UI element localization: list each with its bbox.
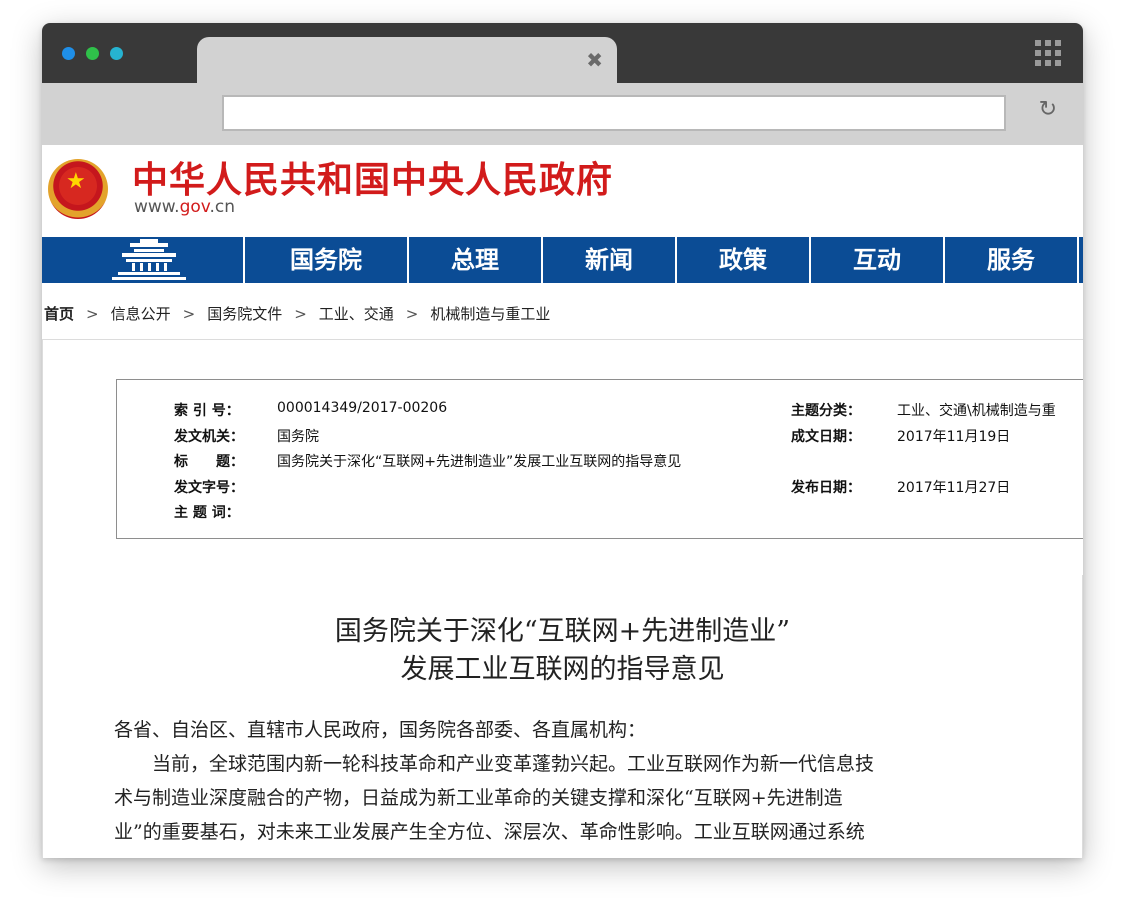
apps-grid-icon[interactable] <box>1035 40 1061 66</box>
title-label: 标 题： <box>174 454 244 470</box>
site-title[interactable]: 中华人民共和国中央人民政府 <box>132 151 613 203</box>
reload-icon[interactable]: ↻ <box>1039 97 1057 122</box>
close-window-dot[interactable] <box>62 47 75 60</box>
created-date-label: 成文日期： <box>791 429 861 445</box>
nav-item-news[interactable]: 新闻 <box>543 237 677 283</box>
breadcrumb-separator: > <box>294 305 307 323</box>
breadcrumb: 首页 > 信息公开 > 国务院文件 > 工业、交通 > 机械制造与重工业 <box>44 303 550 324</box>
issuer-value: 国务院 <box>277 429 319 445</box>
national-emblem-icon[interactable]: ★ <box>48 159 108 219</box>
nav-home-building-icon[interactable] <box>42 237 245 283</box>
breadcrumb-machinery[interactable]: 机械制造与重工业 <box>430 305 550 323</box>
document-metadata-table: 索 引 号： 000014349/2017-00206 主题分类： 工业、交通\… <box>116 379 1083 539</box>
document-title-line-2: 发展工业互联网的指导意见 <box>400 654 725 685</box>
published-date-value: 2017年11月27日 <box>897 480 1011 496</box>
title-value: 国务院关于深化“互联网+先进制造业”发展工业互联网的指导意见 <box>277 454 682 470</box>
paragraph-line: 业”的重要基石，对未来工业发展产生全方位、深层次、革命性影响。工业互联网通过系统 <box>114 821 865 843</box>
minimize-window-dot[interactable] <box>86 47 99 60</box>
nav-item-services[interactable]: 服务 <box>945 237 1079 283</box>
browser-window: ✖ ↻ ★ 中华人民共和国中央人民政府 www.gov.cn 国务院 总理 新闻… <box>42 23 1083 858</box>
published-date-label: 发布日期： <box>791 480 861 496</box>
doc-number-label: 发文字号： <box>174 480 244 496</box>
breadcrumb-industry-transport[interactable]: 工业、交通 <box>319 305 394 323</box>
breadcrumb-info-disclosure[interactable]: 信息公开 <box>111 305 171 323</box>
issuer-label: 发文机关： <box>174 429 244 445</box>
content-top-divider <box>42 339 1083 340</box>
breadcrumb-home[interactable]: 首页 <box>44 305 74 323</box>
browser-tab[interactable]: ✖ <box>197 37 617 83</box>
index-label: 索 引 号： <box>174 403 240 419</box>
site-url[interactable]: www.gov.cn <box>134 197 235 217</box>
nav-item-policy[interactable]: 政策 <box>677 237 811 283</box>
title-bar: ✖ <box>42 23 1083 83</box>
index-value: 000014349/2017-00206 <box>277 400 448 416</box>
topic-label: 主题分类： <box>791 403 861 419</box>
browser-toolbar: ↻ <box>42 83 1083 145</box>
nav-item-premier[interactable]: 总理 <box>409 237 543 283</box>
paragraph-line: 术与制造业深度融合的产物，日益成为新工业革命的关键支撑和深化“互联网+先进制造 <box>114 787 843 809</box>
document-title-line-1: 国务院关于深化“互联网+先进制造业” <box>334 616 791 647</box>
paragraph-line: 当前，全球范围内新一轮科技革命和产业变革蓬勃兴起。工业互联网作为新一代信息技 <box>152 753 875 775</box>
breadcrumb-separator: > <box>405 305 419 323</box>
breadcrumb-separator: > <box>86 305 99 323</box>
breadcrumb-separator: > <box>182 305 196 323</box>
content-left-border <box>42 339 43 858</box>
main-nav: 国务院 总理 新闻 政策 互动 服务 <box>42 237 1083 283</box>
salutation: 各省、自治区、直辖市人民政府，国务院各部委、各直属机构： <box>114 719 647 741</box>
address-bar[interactable] <box>222 95 1006 131</box>
topic-value: 工业、交通\机械制造与重 <box>897 403 1056 419</box>
created-date-value: 2017年11月19日 <box>897 429 1011 445</box>
nav-item-interaction[interactable]: 互动 <box>811 237 945 283</box>
maximize-window-dot[interactable] <box>110 47 123 60</box>
breadcrumb-state-council-docs[interactable]: 国务院文件 <box>207 305 282 323</box>
tab-close-icon[interactable]: ✖ <box>586 50 603 70</box>
nav-item-state-council[interactable]: 国务院 <box>245 237 409 283</box>
web-page: ★ 中华人民共和国中央人民政府 www.gov.cn 国务院 总理 新闻 政策 … <box>42 145 1083 858</box>
keywords-label: 主 题 词： <box>174 505 240 521</box>
